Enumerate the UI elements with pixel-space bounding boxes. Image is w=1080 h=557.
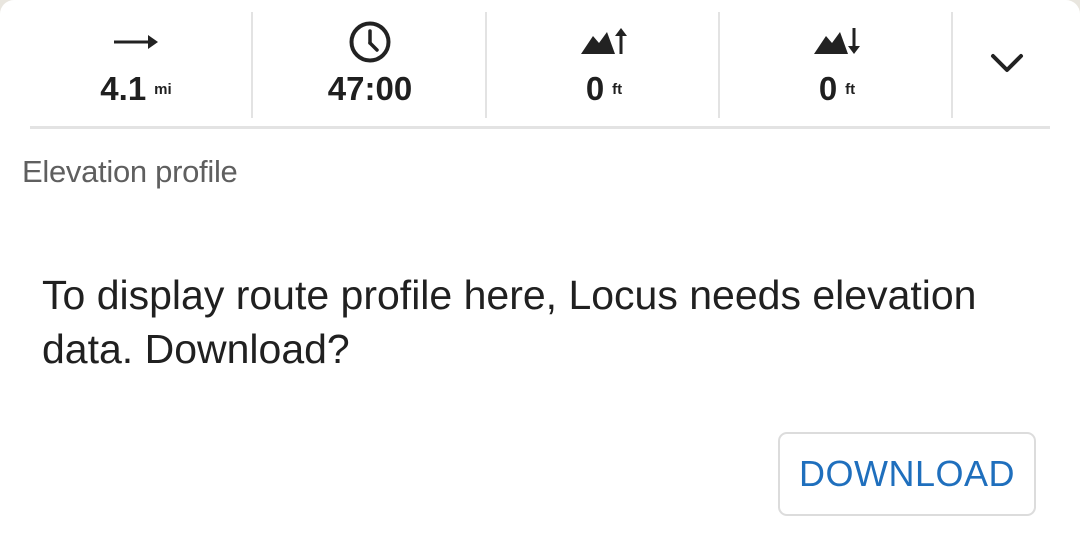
distance-unit: mi: [154, 80, 172, 98]
stat-ascent: 0 ft: [488, 12, 720, 118]
elevation-data-message: To display route profile here, Locus nee…: [42, 272, 977, 372]
stat-ascent-value: 0 ft: [488, 70, 720, 108]
distance-number: 4.1: [100, 70, 147, 107]
stats-divider: [30, 126, 1050, 129]
stat-divider: [951, 12, 953, 118]
stat-distance-value: 4.1 mi: [20, 70, 252, 108]
elevation-ascent-icon: [488, 20, 720, 64]
chevron-down-icon: [989, 52, 1025, 79]
stat-divider: [485, 12, 487, 118]
elevation-descent-icon: [721, 20, 953, 64]
download-button[interactable]: DOWNLOAD: [778, 432, 1036, 516]
stat-divider: [718, 12, 720, 118]
time-number: 47:00: [327, 70, 413, 107]
stat-time-value: 47:00: [254, 70, 486, 108]
clock-icon: [254, 20, 486, 64]
stat-descent-value: 0 ft: [721, 70, 953, 108]
descent-number: 0: [818, 70, 838, 107]
arrow-right-icon: [20, 20, 252, 64]
route-info-sheet: 4.1 mi 47:00 0 ft 0 ft Elevation profile…: [0, 0, 1080, 557]
ascent-unit: ft: [612, 80, 623, 98]
stat-distance: 4.1 mi: [20, 12, 252, 118]
stat-descent: 0 ft: [721, 12, 953, 118]
expand-button[interactable]: [962, 30, 1052, 100]
descent-unit: ft: [845, 80, 856, 98]
route-stats-bar: 4.1 mi 47:00 0 ft 0 ft: [0, 0, 1080, 129]
elevation-profile-title: Elevation profile: [22, 154, 238, 189]
stat-divider: [251, 12, 253, 118]
stat-time: 47:00: [254, 12, 486, 118]
ascent-number: 0: [585, 70, 605, 107]
